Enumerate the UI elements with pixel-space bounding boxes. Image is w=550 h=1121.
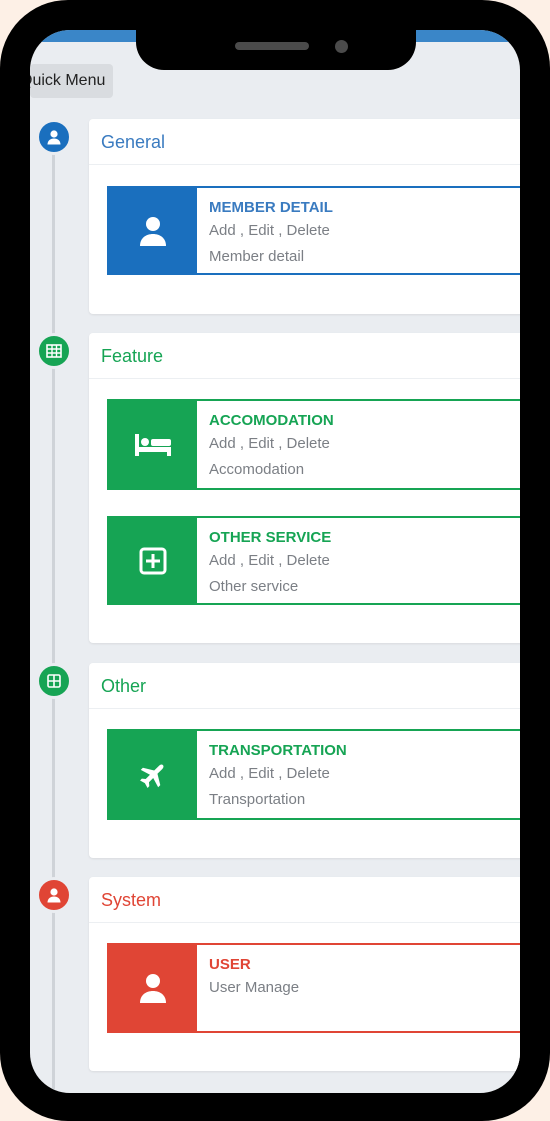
user-icon	[140, 216, 166, 246]
card-user[interactable]: USER User Manage	[107, 943, 520, 1033]
timeline-dot-feature	[36, 333, 72, 369]
timeline-dot-general	[36, 119, 72, 155]
card-member-detail[interactable]: MEMBER DETAIL Add , Edit , Delete Member…	[107, 186, 520, 275]
table-icon	[46, 344, 62, 358]
card-transportation[interactable]: TRANSPORTATION Add , Edit , Delete Trans…	[107, 729, 520, 820]
card-icon-box	[109, 945, 197, 1031]
section-system: System USER User Manage	[89, 877, 520, 1071]
card-description: Member detail	[209, 248, 305, 265]
bed-icon	[135, 433, 171, 456]
card-icon-box	[109, 401, 197, 488]
grid-icon	[47, 674, 61, 688]
section-title: General	[89, 119, 520, 165]
card-title: USER	[209, 956, 251, 973]
quick-menu-button[interactable]: Quick Menu	[30, 64, 113, 98]
user-icon	[47, 888, 61, 903]
timeline-line	[52, 130, 55, 1093]
card-title: ACCOMODATION	[209, 412, 334, 429]
card-accomodation[interactable]: ACCOMODATION Add , Edit , Delete Accomod…	[107, 399, 520, 490]
quick-menu-label: Quick Menu	[30, 72, 106, 89]
user-icon	[140, 974, 166, 1003]
card-actions: Add , Edit , Delete	[209, 552, 330, 569]
section-title: System	[89, 877, 520, 923]
card-title: MEMBER DETAIL	[209, 199, 333, 216]
phone-camera	[335, 40, 348, 53]
card-icon-box	[109, 518, 197, 603]
plus-square-icon	[139, 547, 167, 574]
card-title: OTHER SERVICE	[209, 529, 332, 546]
phone-speaker	[235, 42, 309, 50]
card-actions: Add , Edit , Delete	[209, 765, 330, 782]
card-icon-box	[109, 731, 197, 818]
card-title: TRANSPORTATION	[209, 742, 347, 759]
app-screen: Quick Menu General MEMBER DETAIL Add , E…	[30, 30, 520, 1093]
user-icon	[47, 130, 61, 145]
card-icon-box	[109, 188, 197, 273]
section-feature: Feature ACCOMODATION Add , Edit , Delete…	[89, 333, 520, 643]
section-title: Other	[89, 663, 520, 709]
card-description: Other service	[209, 578, 299, 595]
card-actions: Add , Edit , Delete	[209, 222, 330, 239]
section-general: General MEMBER DETAIL Add , Edit , Delet…	[89, 119, 520, 314]
plane-icon	[140, 764, 164, 788]
card-description: Accomodation	[209, 461, 305, 478]
card-description: User Manage	[209, 979, 300, 996]
card-other-service[interactable]: OTHER SERVICE Add , Edit , Delete Other …	[107, 516, 520, 605]
card-actions: Add , Edit , Delete	[209, 435, 330, 452]
section-other: Other TRANSPORTATION Add , Edit , Delete…	[89, 663, 520, 858]
section-title: Feature	[89, 333, 520, 379]
phone-notch	[136, 0, 416, 70]
timeline-dot-system	[36, 877, 72, 913]
timeline-dot-other	[36, 663, 72, 699]
card-description: Transportation	[209, 791, 306, 808]
